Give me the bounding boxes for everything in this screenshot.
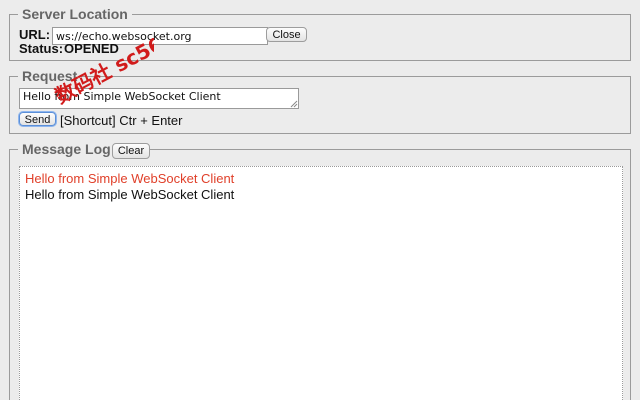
request-message-input[interactable]: Hello from Simple WebSocket Client [19,88,299,109]
resize-grip-icon[interactable] [290,100,298,108]
log-entry-received: Hello from Simple WebSocket Client [25,187,235,202]
message-log-legend: Message Log [18,141,115,157]
message-log-area[interactable]: Hello from Simple WebSocket Client Hello… [19,166,623,400]
close-button[interactable]: Close [266,27,307,42]
server-location-legend: Server Location [22,6,128,22]
clear-button[interactable]: Clear [112,143,150,159]
log-entry-sent: Hello from Simple WebSocket Client [25,171,235,186]
app-root: Server Location URL: Close Status: OPENE… [0,0,640,400]
request-legend: Request [22,68,78,84]
status-value: OPENED [64,41,119,56]
url-label: URL: [19,27,51,42]
shortcut-hint: [Shortcut] Ctr + Enter [60,113,183,128]
status-label: Status: [19,41,64,56]
send-button[interactable]: Send [19,112,56,126]
message-log-title: Message Log [22,141,111,157]
